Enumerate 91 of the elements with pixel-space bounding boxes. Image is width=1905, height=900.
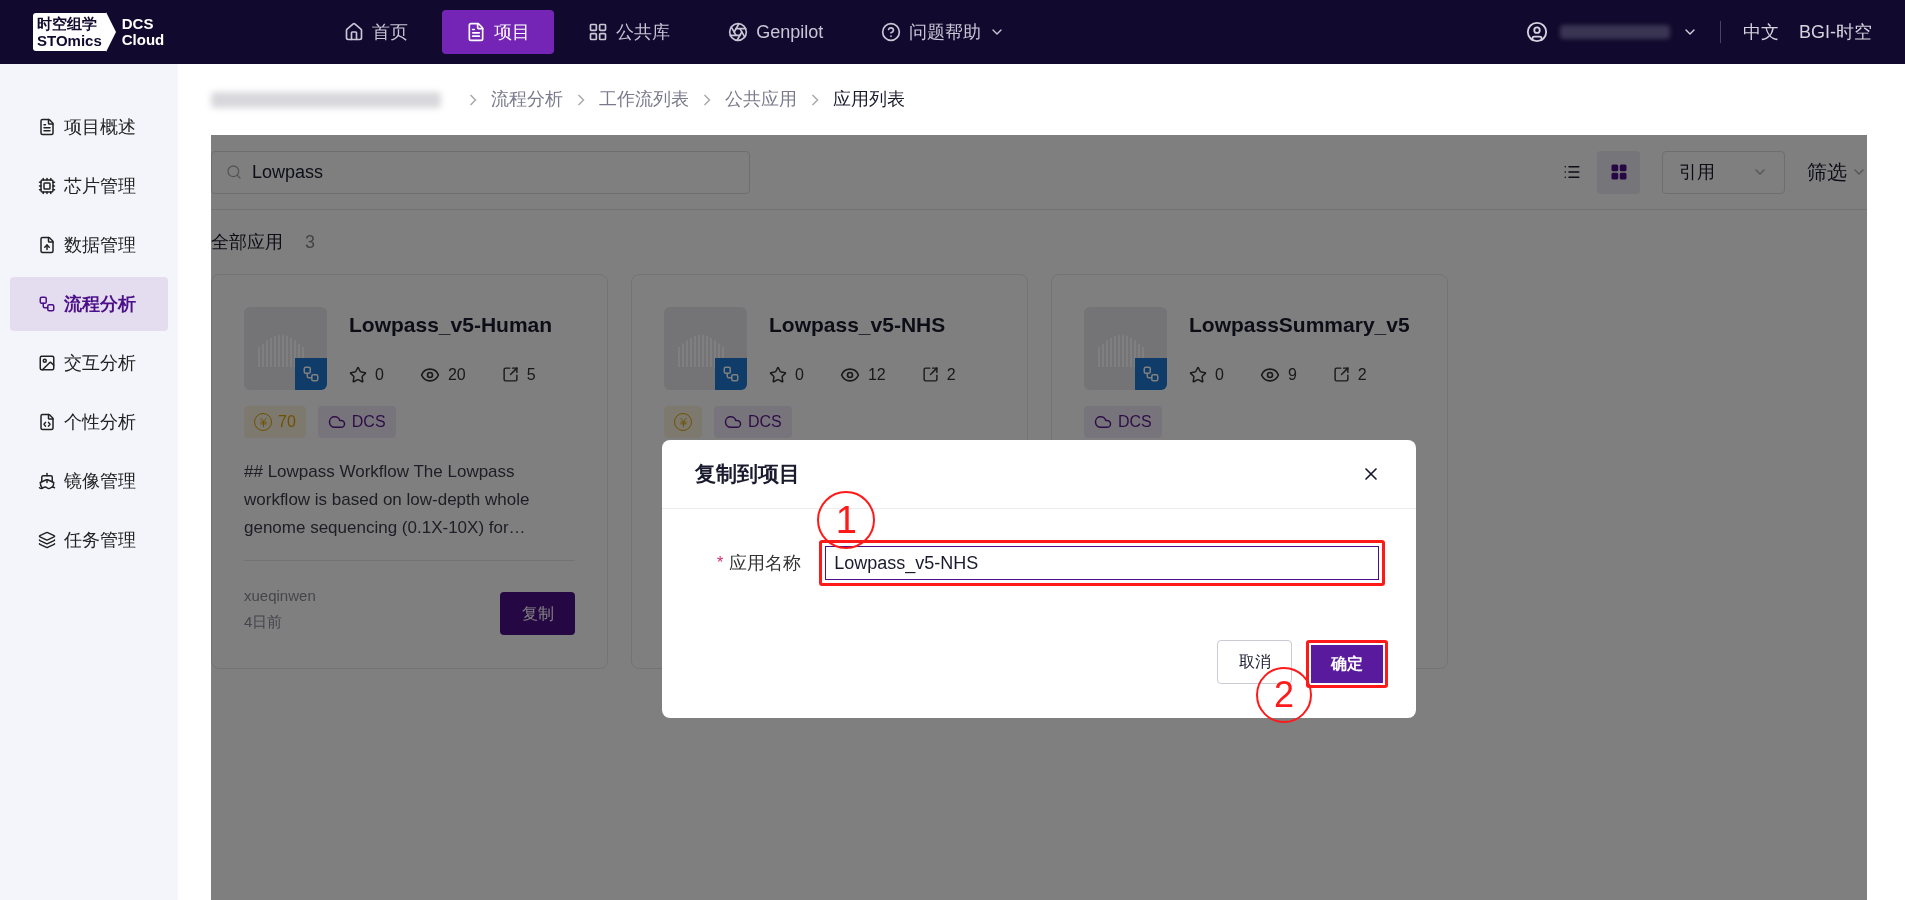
workflow-badge-icon (295, 358, 327, 390)
workflow-icon (38, 295, 56, 313)
chevron-right-icon (577, 93, 585, 106)
dialog-title: 复制到项目 (695, 461, 800, 488)
nav-tab[interactable]: 项目 (442, 10, 555, 54)
star-count: 0 (795, 364, 804, 385)
star-count: 0 (1215, 364, 1224, 385)
logo-text: STOmics (37, 32, 102, 49)
sidebar-item[interactable]: 数据管理 (10, 218, 168, 272)
app-title[interactable]: Lowpass_v5-NHS (769, 309, 956, 341)
sidebar-item[interactable]: 芯片管理 (10, 159, 168, 213)
star-count: 0 (375, 364, 384, 385)
required-mark: * (717, 553, 724, 573)
breadcrumb-item[interactable]: 流程分析 (491, 86, 563, 113)
user-avatar-icon[interactable] (1526, 21, 1548, 43)
cloud-icon (724, 413, 742, 431)
confirm-button[interactable]: 确定 (1311, 645, 1383, 683)
product-name: Cloud (121, 32, 165, 48)
search-field[interactable]: Lowpass (211, 150, 750, 194)
sort-select[interactable]: 引用 (1662, 150, 1785, 194)
app-name-input[interactable]: Lowpass_v5-NHS (825, 546, 1380, 580)
sidebar-item[interactable]: 交互分析 (10, 336, 168, 390)
workflow-badge-icon (715, 358, 747, 390)
view-count: 20 (447, 364, 466, 385)
search-icon (226, 164, 242, 180)
tag-label: DCS (351, 412, 386, 432)
field-label: 应用名称 (729, 551, 802, 575)
star-icon[interactable] (349, 365, 367, 384)
product-name: DCS (121, 16, 155, 32)
copy-button[interactable]: 复制 (500, 592, 575, 635)
annotation-number: 1 (817, 491, 876, 549)
share-count: 2 (946, 364, 956, 385)
aperture-icon (728, 22, 749, 42)
star-icon[interactable] (769, 365, 787, 384)
document-icon (466, 22, 487, 42)
app-count: 3 (305, 230, 315, 254)
sidebar-item[interactable]: 任务管理 (10, 513, 168, 567)
star-icon[interactable] (1189, 365, 1207, 384)
price-value: 70 (278, 412, 296, 432)
app-description: ## Lowpass Workflow The Lowpass workflow is based on low-depth whole genome sequencing (0.1X-10X) for… (244, 461, 531, 539)
share-count: 2 (1357, 364, 1367, 385)
organization-name[interactable]: BGI-时空 (1799, 18, 1872, 46)
grid-icon (1609, 163, 1628, 181)
nav-tab[interactable]: 问题帮助 (857, 10, 1030, 54)
nav-tab[interactable]: 首页 (320, 10, 433, 54)
file-upload-icon (38, 236, 56, 254)
home-icon (344, 22, 365, 42)
chevron-right-icon (469, 93, 477, 106)
language-label[interactable]: 中文 (1743, 18, 1779, 46)
image-icon (38, 354, 56, 372)
ship-icon (38, 472, 56, 490)
code-file-icon (38, 413, 56, 431)
breadcrumb-item[interactable]: 公共应用 (725, 86, 797, 113)
layers-icon (38, 531, 56, 549)
share-icon[interactable] (921, 366, 939, 383)
sort-value: 引用 (1679, 160, 1715, 184)
sidebar-item[interactable]: 镜像管理 (10, 454, 168, 508)
search-value: Lowpass (252, 160, 324, 184)
share-icon[interactable] (1332, 366, 1350, 383)
view-count: 9 (1287, 364, 1297, 385)
document-icon (38, 118, 56, 136)
tag-label: DCS (748, 412, 782, 432)
logo[interactable]: 时空组学 STOmics DCS Cloud (33, 10, 165, 54)
tag-label: DCS (1118, 412, 1152, 432)
logo-chevron-icon (105, 12, 116, 52)
chip-icon (38, 177, 56, 195)
cloud-icon (327, 413, 346, 431)
list-icon (1562, 163, 1581, 181)
nav-tab[interactable]: 公共库 (564, 10, 695, 54)
chevron-right-icon (811, 93, 819, 106)
nav-tab[interactable]: Genpilot (704, 10, 848, 54)
filter-dropdown[interactable]: 筛选 (1807, 157, 1867, 187)
help-icon (881, 22, 902, 42)
section-title: 全部应用 (211, 230, 283, 254)
sidebar-item[interactable]: 流程分析 (10, 277, 168, 331)
grid-icon (588, 22, 609, 42)
chevron-right-icon (703, 93, 711, 106)
logo-text: 时空组学 (37, 15, 98, 32)
app-title[interactable]: LowpassSummary_v5 (1189, 309, 1410, 341)
author-name: xueqinwen (244, 586, 316, 606)
share-count: 5 (526, 364, 536, 385)
app-title[interactable]: Lowpass_v5-Human (349, 309, 553, 341)
breadcrumb-item[interactable]: 工作流列表 (599, 86, 689, 113)
grid-view-button[interactable] (1597, 150, 1640, 194)
breadcrumb-item: 应用列表 (833, 88, 905, 111)
workflow-badge-icon (1135, 358, 1167, 390)
sidebar-item[interactable]: 项目概述 (10, 100, 168, 154)
share-icon[interactable] (501, 366, 519, 383)
view-count: 12 (867, 364, 886, 385)
cloud-icon (1094, 413, 1112, 431)
sidebar-item[interactable]: 个性分析 (10, 395, 168, 449)
